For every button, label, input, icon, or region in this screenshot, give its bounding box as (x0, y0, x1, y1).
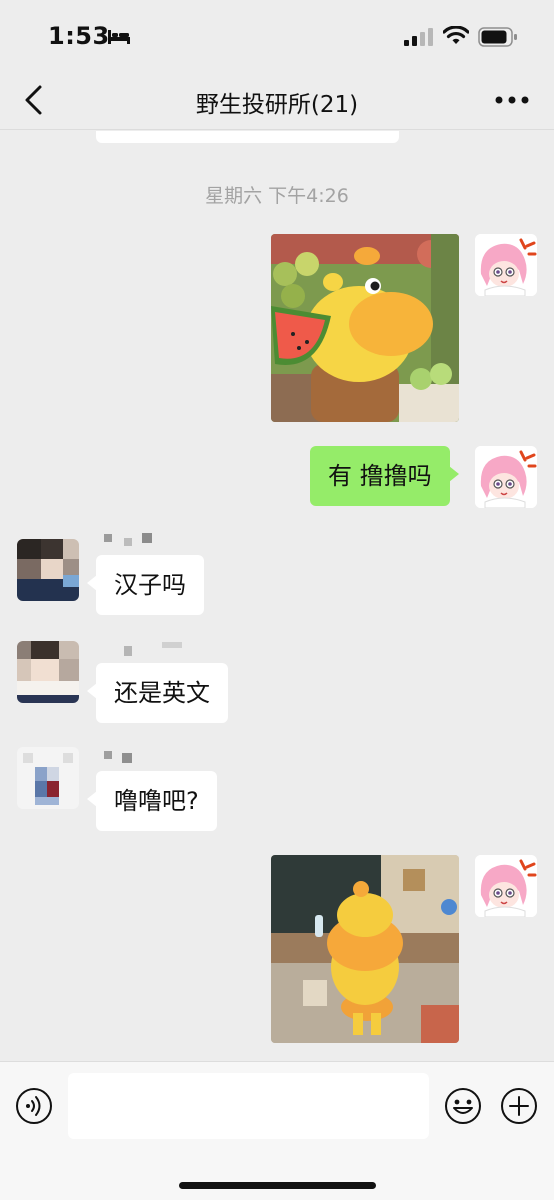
home-indicator (179, 1182, 376, 1189)
message-bubble-self[interactable]: 有 撸撸吗 (310, 446, 459, 506)
sender-nickname (124, 641, 184, 656)
status-time: 1:53 (48, 22, 110, 50)
battery-icon (478, 27, 517, 47)
plus-icon[interactable] (500, 1087, 538, 1125)
sticker-message[interactable] (271, 855, 459, 1043)
sender-nickname (104, 531, 154, 546)
pixelated-avatar-icon (17, 641, 79, 703)
anime-girl-avatar-icon (475, 234, 537, 296)
message-bubble-other[interactable]: 汉子吗 (87, 555, 204, 615)
chat-messages[interactable]: 星期六 下午4:26 有 撸撸吗 汉子吗 还是英文 噜噜吧? (0, 131, 554, 1061)
member-avatar[interactable] (17, 539, 79, 601)
member-avatar[interactable] (17, 747, 79, 809)
wifi-icon (443, 26, 469, 44)
anime-girl-avatar-icon (475, 446, 537, 508)
self-avatar[interactable] (475, 855, 537, 917)
pixelated-avatar-icon (17, 747, 79, 809)
signal-icon (404, 28, 433, 46)
input-bar (0, 1061, 554, 1200)
emoji-icon[interactable] (444, 1087, 482, 1125)
member-avatar[interactable] (17, 641, 79, 703)
previous-message-bubble[interactable] (96, 131, 399, 143)
self-avatar[interactable] (475, 446, 537, 508)
sender-nickname (104, 748, 144, 763)
pixelated-avatar-icon (17, 539, 79, 601)
message-bubble-other[interactable]: 还是英文 (87, 663, 228, 723)
sticker-message[interactable] (271, 234, 459, 422)
bed-icon (108, 30, 130, 44)
message-input[interactable] (68, 1073, 429, 1139)
message-bubble-other[interactable]: 噜噜吧? (87, 771, 217, 831)
chat-title: 野生投研所(21) (195, 92, 359, 118)
duck-watermelon-sticker-icon (271, 234, 459, 422)
anime-girl-avatar-icon (475, 855, 537, 917)
more-button[interactable] (494, 90, 530, 110)
status-bar: 1:53 (0, 0, 554, 70)
chat-header: 野生投研所(21) (0, 70, 554, 130)
voice-icon[interactable] (15, 1087, 53, 1125)
message-timestamp: 星期六 下午4:26 (205, 185, 349, 207)
self-avatar[interactable] (475, 234, 537, 296)
duck-dancing-sticker-icon (271, 855, 459, 1043)
